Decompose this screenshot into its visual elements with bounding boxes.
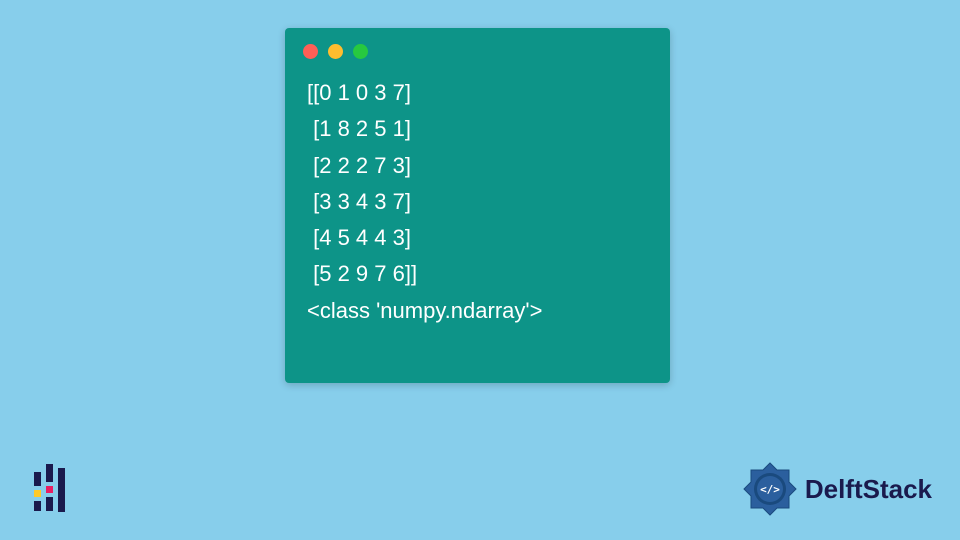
maximize-dot-icon	[353, 44, 368, 59]
code-line: [3 3 4 3 7]	[307, 189, 411, 214]
svg-text:</>: </>	[760, 483, 780, 496]
pandas-style-icon	[28, 464, 76, 512]
code-content: [[0 1 0 3 7] [1 8 2 5 1] [2 2 2 7 3] [3 …	[285, 67, 670, 337]
delftstack-logo: </> DelftStack	[741, 460, 932, 518]
code-line: [[0 1 0 3 7]	[307, 80, 411, 105]
close-dot-icon	[303, 44, 318, 59]
code-output-window: [[0 1 0 3 7] [1 8 2 5 1] [2 2 2 7 3] [3 …	[285, 28, 670, 383]
window-controls	[285, 28, 670, 67]
code-line: [4 5 4 4 3]	[307, 225, 411, 250]
brand-name: DelftStack	[805, 474, 932, 505]
code-line: [2 2 2 7 3]	[307, 153, 411, 178]
code-line: [1 8 2 5 1]	[307, 116, 411, 141]
code-line: <class 'numpy.ndarray'>	[307, 298, 542, 323]
minimize-dot-icon	[328, 44, 343, 59]
delftstack-emblem-icon: </>	[741, 460, 799, 518]
code-line: [5 2 9 7 6]]	[307, 261, 417, 286]
